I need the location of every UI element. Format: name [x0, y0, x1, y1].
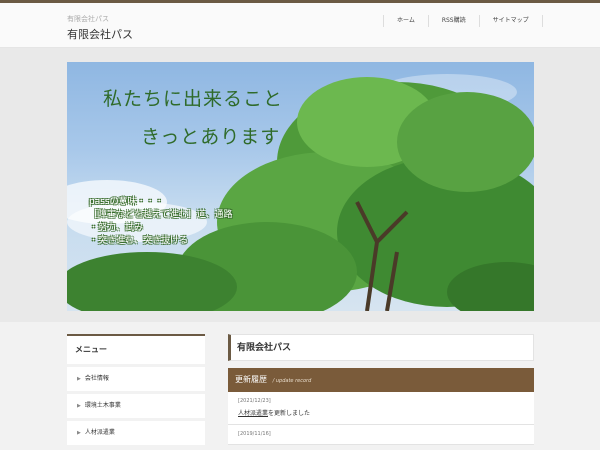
- global-nav: ホーム RSS購読 サイトマップ: [383, 15, 543, 27]
- site-title[interactable]: 有限会社パス: [67, 26, 133, 42]
- updates-subheading: / update record: [271, 378, 312, 384]
- page-title: 有限会社パス: [228, 334, 534, 361]
- update-suffix: を更新しました: [268, 410, 311, 417]
- site-tagline: 有限会社パス: [67, 15, 109, 23]
- menu-heading: メニュー: [67, 334, 205, 364]
- updates-list: [2021/12/23] 人材派遣業を更新しました [2019/11/16]: [228, 392, 534, 445]
- update-text: 人材派遣業を更新しました: [238, 408, 524, 417]
- sidebar-item-civil-engineering[interactable]: ▶ 環境土木事業: [67, 394, 205, 418]
- nav-home[interactable]: ホーム: [383, 15, 428, 27]
- site-header: 有限会社パス 有限会社パス ホーム RSS購読 サイトマップ: [0, 3, 600, 48]
- sidebar-item-label: 人材派遣業: [84, 429, 115, 436]
- updates-heading: 更新履歴 / update record: [228, 368, 534, 392]
- list-item: [2021/12/23] 人材派遣業を更新しました: [228, 392, 534, 425]
- hero-banner: 私たちに出来ること きっとあります passの意味・・・ ［障害などを越えて進む…: [67, 62, 534, 311]
- update-date: [2019/11/16]: [238, 431, 271, 437]
- hero-headline-1: 私たちに出来ること: [103, 88, 284, 110]
- meaning-line: ・努力、試み: [89, 223, 144, 233]
- list-item: [2019/11/16]: [228, 425, 534, 445]
- main-content: 有限会社パス 更新履歴 / update record [2021/12/23]…: [228, 334, 534, 445]
- hero-headline-2: きっとあります: [141, 126, 281, 148]
- nav-sitemap[interactable]: サイトマップ: [478, 15, 543, 27]
- update-link[interactable]: 人材派遣業: [238, 410, 268, 417]
- updates-heading-text: 更新履歴: [235, 375, 267, 384]
- sidebar-item-company[interactable]: ▶ 会社情報: [67, 367, 205, 391]
- meaning-line: ［障害などを越えて進む］道、通路: [89, 210, 233, 220]
- sidebar-item-staffing[interactable]: ▶ 人材派遣業: [67, 421, 205, 445]
- sidebar-item-label: 環境土木事業: [84, 402, 121, 409]
- hero-meaning-text: passの意味・・・ ［障害などを越えて進む］道、通路 ・努力、試み ・突き進む…: [89, 196, 233, 248]
- nav-rss[interactable]: RSS購読: [427, 15, 479, 27]
- meaning-line: ・突き進む、突き抜ける: [89, 236, 189, 246]
- triangle-right-icon: ▶: [77, 403, 81, 409]
- meaning-line: passの意味・・・: [89, 197, 164, 207]
- sidebar-item-label: 会社情報: [84, 375, 109, 382]
- triangle-right-icon: ▶: [77, 430, 81, 436]
- sidebar-menu: メニュー ▶ 会社情報 ▶ 環境土木事業 ▶ 人材派遣業: [67, 334, 205, 445]
- update-date: [2021/12/23]: [238, 398, 271, 404]
- triangle-right-icon: ▶: [77, 376, 81, 382]
